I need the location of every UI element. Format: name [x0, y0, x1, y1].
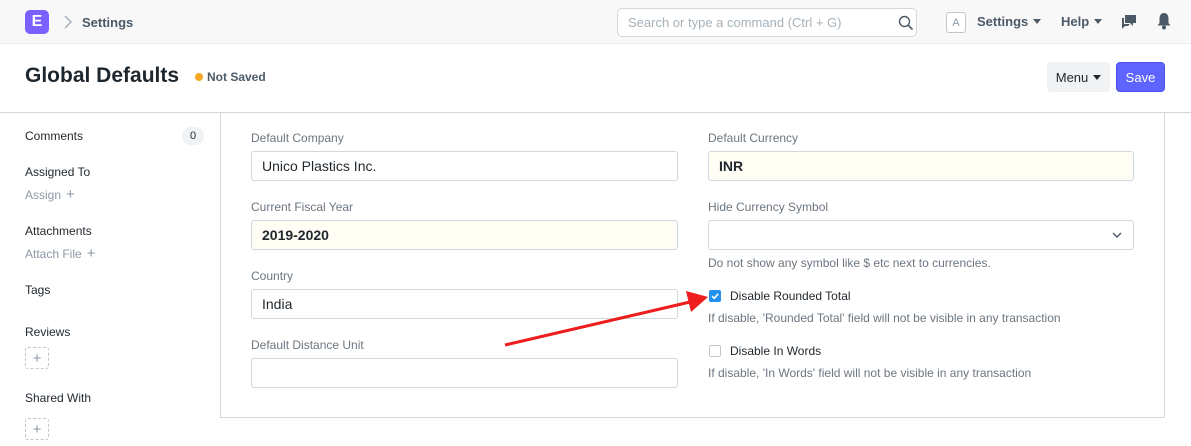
- settings-dropdown-label: Settings: [977, 14, 1029, 29]
- app-logo[interactable]: E: [25, 10, 49, 34]
- menu-button[interactable]: Menu: [1047, 62, 1110, 92]
- avatar-letter: A: [952, 16, 960, 29]
- current-fiscal-year-label: Current Fiscal Year: [251, 200, 354, 214]
- red-arrow-annotation: [504, 291, 708, 347]
- default-company-value: Unico Plastics Inc.: [262, 158, 377, 174]
- sidebar-reviews-label: Reviews: [25, 325, 71, 339]
- plus-icon: +: [66, 186, 75, 203]
- assign-link[interactable]: Assign +: [25, 186, 75, 203]
- sidebar-shared-with-label: Shared With: [25, 391, 92, 405]
- default-currency-value: INR: [719, 158, 744, 174]
- default-currency-label: Default Currency: [708, 131, 799, 145]
- hide-currency-symbol-label: Hide Currency Symbol: [708, 200, 829, 214]
- comments-count-badge: 0: [182, 127, 204, 145]
- add-share-button[interactable]: +: [25, 418, 49, 440]
- country-value: India: [262, 296, 293, 312]
- help-dropdown-label: Help: [1061, 14, 1090, 29]
- attach-file-link-label: Attach File: [25, 247, 82, 261]
- plus-icon: +: [86, 245, 96, 262]
- status-indicator-dot: [195, 73, 203, 81]
- current-fiscal-year-value: 2019-2020: [262, 227, 329, 243]
- avatar[interactable]: A: [946, 12, 966, 33]
- default-company-label: Default Company: [251, 131, 344, 145]
- current-fiscal-year-field[interactable]: 2019-2020: [251, 220, 678, 250]
- menu-button-label: Menu: [1055, 69, 1089, 85]
- country-label: Country: [251, 269, 294, 283]
- default-company-field[interactable]: Unico Plastics Inc.: [251, 151, 678, 181]
- disable-rounded-total-label[interactable]: Disable Rounded Total: [730, 289, 851, 303]
- page-title: Global Defaults: [25, 64, 180, 87]
- save-button[interactable]: Save: [1116, 62, 1165, 92]
- settings-dropdown[interactable]: Settings: [977, 14, 1042, 29]
- sidebar-tags-label: Tags: [25, 283, 51, 297]
- chat-icon[interactable]: [1121, 13, 1138, 30]
- default-currency-field[interactable]: INR: [708, 151, 1134, 181]
- search-input[interactable]: [618, 9, 888, 36]
- help-dropdown[interactable]: Help: [1061, 14, 1103, 29]
- plus-icon: +: [32, 349, 42, 367]
- default-distance-unit-label: Default Distance Unit: [251, 338, 364, 352]
- chevron-right-icon: [64, 15, 73, 29]
- sidebar-attachments-label: Attachments: [25, 224, 92, 238]
- caret-down-icon: [1094, 19, 1103, 24]
- hide-currency-symbol-select[interactable]: [708, 220, 1134, 250]
- caret-down-icon: [1033, 19, 1042, 24]
- navbar: E Settings A Settings Help: [0, 0, 1191, 44]
- hide-currency-symbol-description: Do not show any symbol like $ etc next t…: [708, 256, 991, 270]
- attach-file-link[interactable]: Attach File +: [25, 245, 96, 262]
- bell-icon[interactable]: [1156, 12, 1172, 30]
- breadcrumb-settings[interactable]: Settings: [82, 15, 133, 30]
- disable-rounded-total-description: If disable, 'Rounded Total' field will n…: [708, 311, 1061, 325]
- plus-icon: +: [32, 420, 42, 438]
- search-icon[interactable]: [898, 15, 914, 31]
- chevron-down-icon: [1112, 232, 1122, 238]
- default-distance-unit-field[interactable]: [251, 358, 678, 388]
- search-box: [617, 8, 917, 37]
- sidebar-assigned-to-label: Assigned To: [25, 165, 91, 179]
- sidebar-comments-label: Comments: [25, 129, 84, 143]
- disable-in-words-label[interactable]: Disable In Words: [730, 344, 821, 358]
- caret-down-icon: [1093, 74, 1102, 80]
- disable-in-words-description: If disable, 'In Words' field will not be…: [708, 366, 1032, 380]
- status-badge: Not Saved: [207, 70, 266, 84]
- assign-link-label: Assign: [25, 188, 62, 202]
- add-review-button[interactable]: +: [25, 347, 49, 369]
- logo-letter: E: [31, 13, 43, 30]
